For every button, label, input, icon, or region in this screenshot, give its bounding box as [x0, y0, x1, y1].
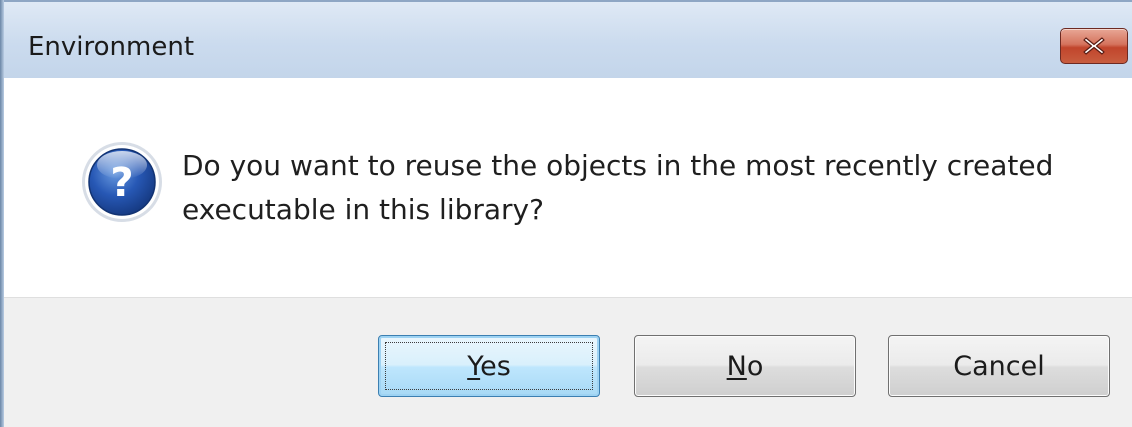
no-button-label: No — [727, 351, 764, 382]
yes-button[interactable]: Yes — [378, 335, 600, 397]
no-accelerator-key: N — [726, 350, 747, 382]
no-button[interactable]: No — [634, 335, 856, 397]
button-bar: Yes No Cancel — [4, 297, 1132, 427]
no-label-rest: o — [746, 350, 764, 382]
dialog-content: ? Do you want to reuse the objects in th… — [4, 78, 1132, 297]
message-text: Do you want to reuse the objects in the … — [182, 149, 1054, 226]
cancel-button[interactable]: Cancel — [888, 335, 1110, 397]
close-button[interactable] — [1060, 28, 1128, 64]
question-icon: ? — [82, 142, 162, 222]
dialog-window: Environment ? Do you want to reuse the o… — [0, 0, 1132, 427]
yes-label-rest: es — [480, 350, 511, 382]
cancel-button-label: Cancel — [953, 350, 1045, 382]
svg-text:?: ? — [110, 160, 133, 206]
window-title: Environment — [28, 32, 195, 62]
yes-accelerator-key: Y — [467, 350, 481, 382]
close-x-icon — [1083, 37, 1105, 55]
title-bar[interactable]: Environment — [4, 0, 1132, 78]
yes-button-label: Yes — [467, 351, 511, 382]
